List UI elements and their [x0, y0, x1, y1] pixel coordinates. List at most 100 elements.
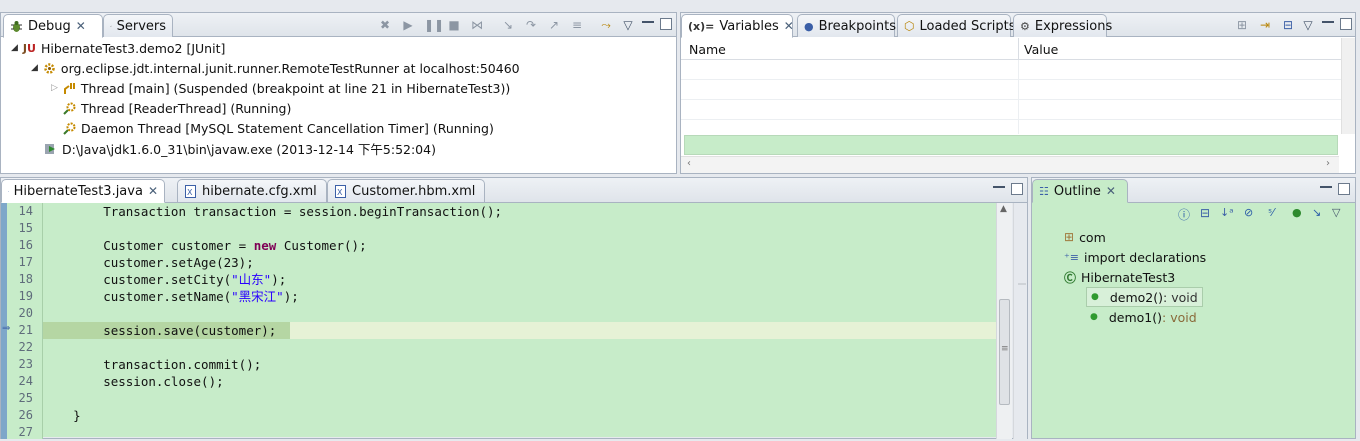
outline-item-package[interactable]: ⊞ com	[1064, 227, 1106, 247]
maximize-icon[interactable]	[1011, 183, 1023, 195]
outline-item-demo1[interactable]: ● demo1() : void	[1086, 307, 1197, 327]
line-number: 20	[11, 305, 33, 322]
close-icon[interactable]: ✕	[784, 19, 794, 33]
tree-item-thread-reader[interactable]: Thread [ReaderThread] (Running)	[63, 98, 291, 118]
line-number: 15	[11, 220, 33, 237]
outline-item-class[interactable]: Ⓒ HibernateTest3	[1064, 267, 1175, 287]
loaded-scripts-icon: ⬡	[904, 19, 914, 33]
step-return-icon[interactable]: ↗	[547, 18, 561, 32]
tab-loaded-scripts[interactable]: ⬡ Loaded Scripts	[897, 14, 1011, 37]
view-menu-chevron-down-icon[interactable]: ▽	[1301, 18, 1315, 32]
tab-outline-label: Outline	[1054, 184, 1101, 199]
scrollbar-thumb[interactable]: ≡	[999, 299, 1010, 405]
hide-fields-icon[interactable]: ⊘	[1244, 206, 1253, 219]
show-logical-structure-icon[interactable]: ⇥	[1258, 18, 1272, 32]
drop-to-frame-icon[interactable]: ≡	[570, 18, 584, 32]
column-divider[interactable]	[1018, 38, 1019, 60]
scroll-left-icon[interactable]: ‹	[687, 158, 691, 169]
collapse-all-icon[interactable]: ⊟	[1200, 206, 1210, 220]
tree-item-remote-runner[interactable]: ◢ org.eclipse.jdt.internal.junit.runner.…	[31, 58, 520, 78]
tab-servers-label: Servers	[117, 19, 166, 34]
maximize-icon[interactable]	[660, 18, 672, 30]
view-menu-chevron-down-icon[interactable]: ▽	[621, 18, 635, 32]
tab-hibernate-cfg-xml[interactable]: X hibernate.cfg.xml	[177, 179, 327, 202]
minimize-icon[interactable]	[1322, 17, 1334, 23]
use-step-filters-icon[interactable]: ⤳	[599, 18, 613, 32]
line-number: 16	[11, 237, 33, 254]
vertical-scrollbar[interactable]	[1341, 38, 1356, 134]
minimize-icon[interactable]	[993, 182, 1005, 188]
close-icon[interactable]: ✕	[76, 19, 86, 33]
tree-item-javaw-process[interactable]: D:\Java\jdk1.6.0_31\bin\javaw.exe (2013-…	[44, 138, 436, 158]
imports-icon: ⁺≡	[1064, 251, 1079, 264]
tab-servers[interactable]: Servers	[103, 14, 173, 37]
line-number: 18	[11, 271, 33, 288]
line-number: 22	[11, 339, 33, 356]
junit-icon: JU	[23, 42, 36, 55]
class-icon: Ⓒ	[1064, 269, 1076, 286]
tree-item-daemon-thread[interactable]: Daemon Thread [MySQL Statement Cancellat…	[63, 118, 494, 138]
resume-icon[interactable]: ▶	[401, 18, 415, 32]
tab-outline[interactable]: ☷ Outline ✕	[1032, 179, 1128, 203]
xml-file-icon: X	[334, 185, 347, 198]
collapse-all-icon[interactable]: ⊟	[1281, 18, 1295, 32]
suspend-icon[interactable]: ❚❚	[424, 18, 438, 32]
expanded-arrow-icon[interactable]: ◢	[31, 63, 38, 73]
maximize-icon[interactable]	[1338, 183, 1350, 195]
hide-non-public-icon[interactable]: ●	[1292, 206, 1302, 219]
variables-table-body	[681, 60, 1341, 134]
maximize-icon[interactable]	[1340, 18, 1352, 30]
tab-hibernatetest3-java[interactable]: J HibernateTest3.java ✕	[1, 179, 165, 203]
overview-mark[interactable]	[1018, 283, 1026, 285]
scroll-right-icon[interactable]: ›	[1326, 158, 1330, 169]
editor-vertical-scrollbar[interactable]: ▲ ≡	[996, 203, 1012, 439]
outline-item-demo2[interactable]: ● demo2() : void	[1086, 287, 1203, 307]
hide-static-icon[interactable]: ˢ⁄	[1268, 206, 1274, 219]
xml-file-icon: X	[184, 185, 197, 198]
tree-item-junit-launch[interactable]: ◢ JU HibernateTest3.demo2 [JUnit]	[11, 38, 225, 58]
variable-details-pane[interactable]	[684, 135, 1338, 155]
tab-breakpoints[interactable]: ● Breakpoints	[797, 14, 895, 37]
column-name-header[interactable]: Name	[689, 42, 726, 57]
svg-text:X: X	[337, 188, 343, 197]
close-icon[interactable]: ✕	[1106, 184, 1116, 198]
tab-expressions[interactable]: ⚙ Expressions	[1013, 14, 1107, 37]
step-over-icon[interactable]: ↷	[524, 18, 538, 32]
column-value-header[interactable]: Value	[1024, 42, 1058, 57]
close-icon[interactable]: ✕	[148, 184, 158, 198]
outline-item-label: demo2()	[1110, 290, 1163, 305]
tree-item-thread-main[interactable]: ▷ Thread [main] (Suspended (breakpoint a…	[51, 78, 510, 98]
debug-tabbar: Debug ✕ Servers ✖ ▶ ❚❚ ■ ⋈ ↘ ↷ ↗ ≡ ⤳ ▽	[1, 13, 676, 37]
remove-terminated-icon[interactable]: ✖	[378, 18, 392, 32]
outline-item-label: import declarations	[1084, 250, 1206, 265]
table-row	[681, 80, 1341, 100]
overview-ruler[interactable]	[1013, 203, 1027, 439]
tab-customer-hbm-xml[interactable]: X Customer.hbm.xml	[327, 179, 485, 202]
horizontal-scrollbar[interactable]: ‹ ›	[681, 156, 1339, 173]
tab-debug[interactable]: Debug ✕	[3, 14, 103, 38]
expanded-arrow-icon[interactable]: ◢	[11, 43, 18, 53]
code-line-23: transaction.commit();	[43, 356, 261, 373]
show-type-names-icon[interactable]: ⊞	[1235, 18, 1249, 32]
view-menu-chevron-down-icon[interactable]: ▽	[1332, 206, 1340, 219]
code-line-21: session.save(customer);	[43, 322, 276, 339]
outline-item-imports[interactable]: ⁺≡ import declarations	[1064, 247, 1206, 267]
servers-icon	[110, 20, 112, 33]
line-number: 25	[11, 390, 33, 407]
code-text-area[interactable]: Transaction transaction = session.beginT…	[43, 203, 996, 437]
code-line-14: Transaction transaction = session.beginT…	[43, 203, 502, 220]
hide-local-types-icon[interactable]: ↘	[1312, 206, 1321, 219]
tree-item-label: Daemon Thread [MySQL Statement Cancellat…	[81, 121, 494, 136]
minimize-icon[interactable]	[642, 17, 654, 23]
step-into-icon[interactable]: ↘	[501, 18, 515, 32]
scroll-up-icon[interactable]: ▲	[1000, 204, 1007, 214]
string-literal: "山东"	[231, 272, 271, 287]
minimize-icon[interactable]	[1320, 182, 1332, 188]
collapsed-arrow-icon[interactable]: ▷	[51, 83, 58, 93]
disconnect-icon[interactable]: ⋈	[470, 18, 484, 32]
line-number: 19	[11, 288, 33, 305]
help-icon[interactable]: ⓘ	[1178, 206, 1190, 223]
terminate-icon[interactable]: ■	[447, 18, 461, 32]
tab-variables[interactable]: (x)= Variables ✕	[681, 14, 793, 38]
sort-icon[interactable]: ↓ᵃ	[1220, 206, 1234, 219]
